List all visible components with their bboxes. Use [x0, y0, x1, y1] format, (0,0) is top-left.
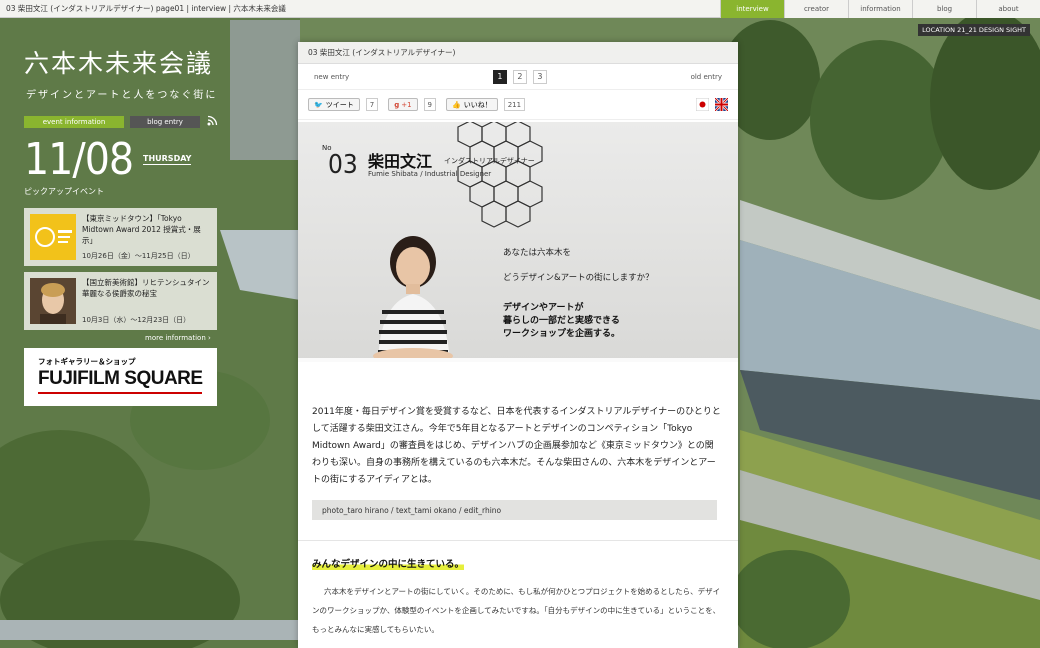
site-tagline: デザインとアートと人をつなぐ街に	[26, 90, 218, 101]
question-line-2: どうデザイン&アートの街にしますか？	[503, 273, 654, 283]
nav-creator[interactable]: creator	[784, 0, 848, 18]
more-information-link[interactable]: more information ›	[145, 334, 211, 342]
event-thumbnail	[30, 214, 76, 260]
tweet-button[interactable]: 🐦 ツイート	[308, 98, 360, 111]
tweet-count: 7	[365, 98, 379, 111]
breadcrumb: 03 柴田文江 (インダストリアルデザイナー) page01 | intervi…	[6, 4, 286, 13]
section-divider	[298, 540, 738, 541]
answer-line-2: 暮らしの一部だと実感できる	[503, 316, 620, 326]
language-flags	[696, 98, 728, 111]
hero-image: No 03 柴田文江 インダストリアルデザイナー Fumie Shibata /…	[298, 122, 738, 362]
section-heading: みんなデザインの中に生きている。	[312, 556, 465, 570]
article-panel: 03 柴田文江 (インダストリアルデザイナー) new entry 1 2 3 …	[298, 42, 738, 648]
creator-name-en: Fumie Shibata / Industrial Designer	[368, 170, 492, 178]
nav-blog[interactable]: blog	[912, 0, 976, 18]
tab-event-information[interactable]: event information	[24, 116, 124, 128]
uk-flag-icon[interactable]	[715, 98, 728, 111]
answer-line-1: デザインやアートが	[503, 303, 584, 313]
gplus-icon: g	[394, 100, 400, 109]
like-count: 211	[503, 98, 526, 111]
event-title: 【東京ミッドタウン】「Tokyo Midtown Award 2012 授賞式・…	[82, 214, 201, 245]
gplus-count: 9	[423, 98, 436, 111]
question-line-1: あなたは六本木を	[503, 248, 572, 258]
article-intro: 2011年度・毎日デザイン賞を受賞するなど、日本を代表するインダストリアルデザイ…	[312, 407, 721, 485]
japan-flag-icon[interactable]	[696, 98, 709, 111]
like-button[interactable]: 👍 いいね！	[446, 98, 498, 111]
banner-title: FUJIFILM SQUARE	[38, 368, 203, 389]
article-paragraph: 六本木をデザインとアートの街にしていく。そのために、もし私が何かひとつプロジェク…	[312, 587, 721, 634]
current-weekday: THURSDAY	[143, 154, 192, 165]
page-3[interactable]: 3	[532, 69, 547, 84]
nav-interview[interactable]: interview	[720, 0, 784, 18]
nav-about[interactable]: about	[976, 0, 1040, 18]
event-thumbnail	[30, 278, 76, 324]
twitter-bird-icon: 🐦	[314, 100, 323, 109]
old-entry-link[interactable]: old entry	[691, 73, 722, 81]
page-1[interactable]: 1	[492, 69, 507, 84]
new-entry-link[interactable]: new entry	[314, 73, 349, 81]
current-date: 11/08	[24, 134, 134, 185]
page-numbers: 1 2 3	[492, 69, 547, 84]
creator-role: インダストリアルデザイナー	[444, 157, 535, 165]
event-card[interactable]: 【国立新美術館】リヒテンシュタイン 華麗なる侯爵家の秘宝 10月3日（水）〜12…	[24, 272, 217, 330]
pickup-heading: ピックアップイベント	[24, 187, 104, 196]
event-date: 10月26日（金）〜11月25日（日）	[82, 252, 195, 260]
creator-name: 柴田文江	[368, 152, 433, 171]
banner-underline	[38, 392, 202, 394]
sidebar: 六本木未来会議 デザインとアートと人をつなぐ街に event informati…	[0, 18, 230, 648]
event-title: 【国立新美術館】リヒテンシュタイン 華麗なる侯爵家の秘宝	[82, 278, 210, 298]
nav-information[interactable]: information	[848, 0, 912, 18]
issue-number: 03	[328, 150, 358, 180]
event-card[interactable]: 【東京ミッドタウン】「Tokyo Midtown Award 2012 授賞式・…	[24, 208, 217, 266]
top-bar: 03 柴田文江 (インダストリアルデザイナー) page01 | intervi…	[0, 0, 1040, 18]
banner-subtitle: フォトギャラリー＆ショップ	[38, 357, 136, 366]
credit-bar: photo_taro hirano / text_tami okano / ed…	[312, 500, 717, 520]
social-bar: 🐦 ツイート 7 g +1 9 👍 いいね！ 211	[298, 90, 738, 120]
gplus-button[interactable]: g +1	[388, 98, 418, 111]
answer-line-3: ワークショップを企画する。	[503, 329, 621, 339]
article-header: 03 柴田文江 (インダストリアルデザイナー)	[298, 42, 738, 64]
pager-bar: new entry 1 2 3 old entry	[298, 64, 738, 90]
main-nav: interview creator information blog about	[720, 0, 1040, 18]
tab-blog-entry[interactable]: blog entry	[130, 116, 200, 128]
location-label: LOCATION 21_21 DESIGN SIGHT	[918, 24, 1030, 36]
event-date: 10月3日（水）〜12月23日（日）	[82, 316, 191, 324]
portrait-photo	[373, 236, 453, 362]
rss-icon[interactable]	[207, 115, 218, 126]
page-2[interactable]: 2	[512, 69, 527, 84]
site-logo[interactable]: 六本木未来会議	[24, 44, 213, 80]
thumbs-up-icon: 👍	[452, 100, 461, 109]
fujifilm-square-banner[interactable]: フォトギャラリー＆ショップ FUJIFILM SQUARE	[24, 348, 217, 406]
